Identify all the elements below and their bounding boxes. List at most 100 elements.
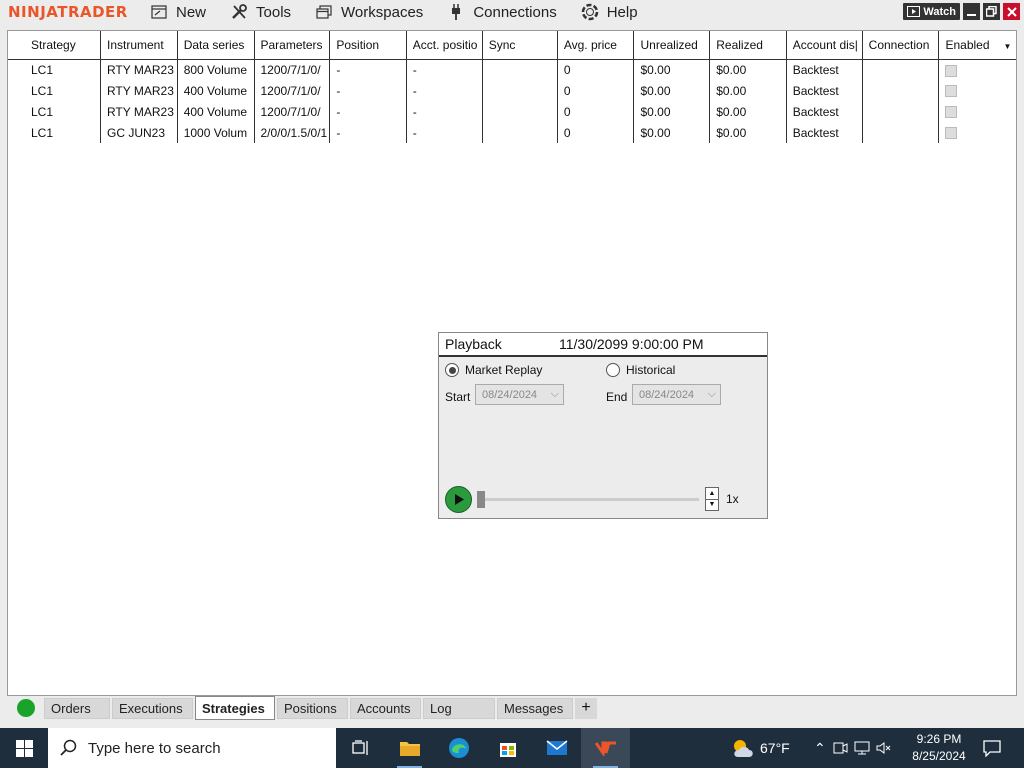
dropdown-arrow-icon[interactable]: ▼ [1004,42,1012,51]
cell-position: - [329,80,407,101]
market-replay-label: Market Replay [465,363,543,377]
table-row[interactable]: LC1 RTY MAR23 400 Volume 1200/7/1/0/- -0 $0.0… [8,101,1016,122]
taskbar-edge[interactable] [434,728,483,768]
task-view-button[interactable] [336,728,385,768]
playback-slider-thumb[interactable] [477,491,485,508]
cell-position: - [329,59,407,80]
col-enabled[interactable]: Enabled ▼ [938,31,1016,60]
taskbar-clock[interactable]: 9:26 PM 8/25/2024 [900,730,978,766]
watch-button[interactable]: Watch [903,3,960,20]
close-button[interactable] [1003,3,1020,20]
chevron-up-icon[interactable]: ⌃ [814,740,826,757]
cell-enabled [939,122,1016,143]
playback-slider-track[interactable] [477,498,699,501]
restore-icon [986,6,997,17]
cell-instrument: RTY MAR23 [100,80,178,101]
enabled-checkbox[interactable] [945,106,958,119]
menu-help[interactable]: Help [581,3,638,21]
search-icon [60,739,78,757]
minimize-button[interactable] [963,3,980,20]
partly-cloudy-icon [734,740,753,757]
spinner-down-icon[interactable]: ▼ [706,500,718,511]
chevron-down-icon: ⌵ [550,388,559,400]
market-replay-option[interactable]: Market Replay [445,363,542,377]
start-button[interactable] [0,728,48,768]
cell-parameters: 1200/7/1/0/ [254,59,331,80]
taskbar-file-explorer[interactable] [385,728,434,768]
col-data-series[interactable]: Data series [177,31,255,60]
playback-title: Playback [445,336,502,352]
meet-now-icon[interactable] [832,741,848,755]
clock-time: 9:26 PM [916,732,962,746]
col-strategy[interactable]: Strategy [8,31,101,60]
cell-sync [482,122,558,143]
tab-accounts[interactable]: Accounts [350,697,421,719]
col-acct-position[interactable]: Acct. positio [406,31,483,60]
table-row[interactable]: LC1 RTY MAR23 400 Volume 1200/7/1/0/- -0 $0.0… [8,80,1016,101]
system-tray: ⌃ [814,728,892,768]
tab-executions[interactable]: Executions [112,697,193,719]
taskbar-mail[interactable] [532,728,581,768]
col-position[interactable]: Position [329,31,407,60]
help-lifebuoy-icon [581,3,599,21]
taskbar-search-box[interactable]: Type here to search [48,728,336,768]
spinner-up-icon[interactable]: ▲ [706,488,718,500]
speed-spinner[interactable]: ▲ ▼ [705,487,719,511]
cell-avg-price: 0 [557,59,635,80]
mail-icon [546,740,567,755]
enabled-checkbox[interactable] [945,127,958,140]
col-parameters[interactable]: Parameters [254,31,331,60]
start-label: Start [445,390,471,404]
menu-new[interactable]: New [150,3,206,21]
weather-widget[interactable]: 67°F [730,728,790,768]
menu-connections[interactable]: Connections [447,3,557,21]
play-button[interactable] [445,486,472,513]
playback-time: 11/30/2099 9:00:00 PM [559,336,704,352]
cell-account-display: Backtest [786,59,863,80]
connections-plug-icon [447,3,465,21]
cell-strategy: LC1 [8,59,101,80]
col-instrument[interactable]: Instrument [100,31,178,60]
tab-messages[interactable]: Messages [497,697,573,719]
notification-center-button[interactable] [980,728,1004,768]
end-date-picker[interactable]: 08/24/2024 ⌵ [632,384,721,405]
table-row[interactable]: LC1 GC JUN23 1000 Volum 2/0/0/1.5/0/1- -0 $0.… [8,122,1016,143]
col-unrealized[interactable]: Unrealized [633,31,711,60]
market-replay-radio[interactable] [445,363,459,377]
cell-connection [862,101,940,122]
historical-radio[interactable] [606,363,620,377]
menu-workspaces[interactable]: Workspaces [315,3,423,21]
cell-acct-position: - [406,59,483,80]
start-date-picker[interactable]: 08/24/2024 ⌵ [475,384,564,405]
cell-connection [862,80,940,101]
temperature: 67°F [760,740,790,756]
tab-positions[interactable]: Positions [277,697,348,719]
enabled-checkbox[interactable] [945,85,958,98]
cell-enabled [939,80,1016,101]
tab-orders[interactable]: Orders [44,697,110,719]
taskbar-ninjatrader[interactable] [581,728,630,768]
add-tab-button[interactable]: + [575,697,597,719]
volume-muted-icon[interactable] [876,741,892,755]
col-avg-price[interactable]: Avg. price [557,31,635,60]
cell-realized: $0.00 [709,59,787,80]
taskbar-store[interactable] [483,728,532,768]
enabled-checkbox[interactable] [945,64,958,77]
col-connection[interactable]: Connection [862,31,940,60]
menu-tools[interactable]: Tools [230,3,291,21]
col-account-display[interactable]: Account dis| [786,31,863,60]
playback-speed: 1x [726,492,739,506]
tab-log[interactable]: Log [423,697,495,719]
end-date-value: 08/24/2024 [639,388,695,401]
col-sync[interactable]: Sync [482,31,558,60]
menu-tools-label: Tools [256,3,292,21]
network-icon[interactable] [854,741,870,755]
historical-option[interactable]: Historical [606,363,675,377]
tab-strategies[interactable]: Strategies [195,696,275,720]
menu-workspaces-label: Workspaces [341,3,424,21]
cell-strategy: LC1 [8,101,101,122]
restore-button[interactable] [983,3,1000,20]
table-row[interactable]: LC1 RTY MAR23 800 Volume 1200/7/1/0/- -0 $0.0… [8,59,1016,80]
cell-realized: $0.00 [709,101,787,122]
col-realized[interactable]: Realized [709,31,787,60]
